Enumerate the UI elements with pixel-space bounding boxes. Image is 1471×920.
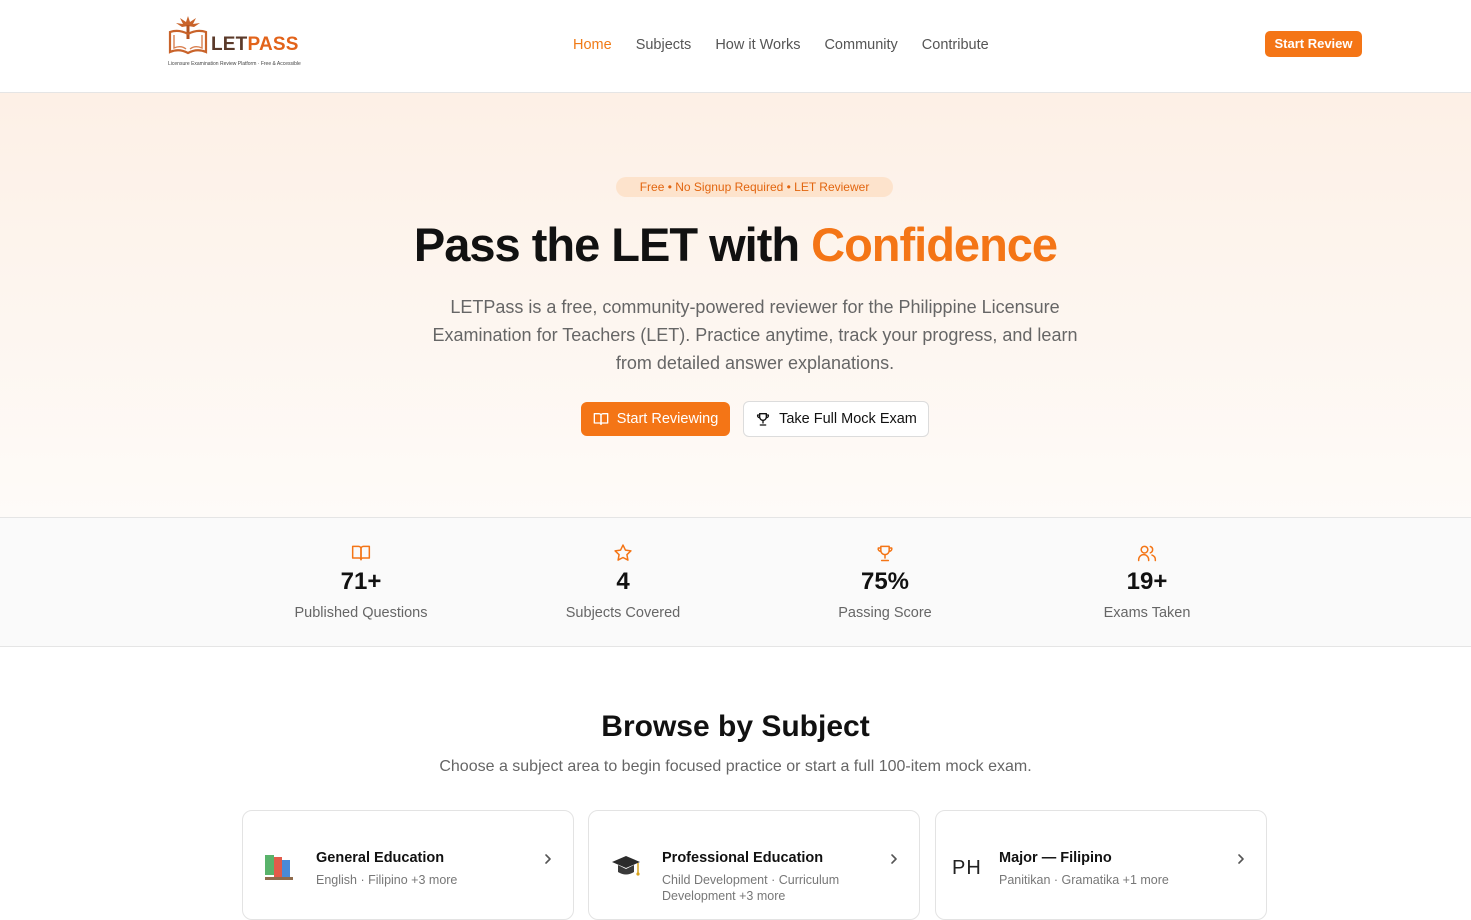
logo-wordmark: LETPASS	[211, 34, 299, 56]
book-open-icon	[593, 413, 609, 425]
stat-label: Passing Score	[838, 605, 932, 621]
book-open-icon	[351, 545, 371, 561]
subject-card-subtitle: English · Filipino +3 more	[316, 873, 458, 887]
take-mock-exam-label: Take Full Mock Exam	[779, 411, 917, 427]
trophy-icon	[757, 413, 770, 426]
hero-pill-badge: Free • No Signup Required • LET Reviewer	[616, 177, 893, 197]
nav-community[interactable]: Community	[824, 35, 897, 55]
chevron-right-icon	[545, 854, 551, 864]
start-reviewing-label: Start Reviewing	[616, 411, 719, 427]
ph-flag-icon: PH	[952, 857, 982, 879]
browse-section-title: Browse by Subject	[601, 710, 870, 743]
graduation-cap-icon	[612, 856, 640, 876]
nav-home[interactable]: Home	[573, 35, 612, 55]
chevron-right-icon	[1238, 854, 1244, 864]
subject-card-subtitle: Panitikan · Gramatika +1 more	[999, 873, 1169, 887]
stat-value: 19+	[1126, 568, 1168, 595]
browse-section-subtitle: Choose a subject area to begin focused p…	[439, 758, 1032, 775]
hero-description: LETPass is a free, community-powered rev…	[432, 297, 1078, 373]
hero-title: Pass the LET with Confidence	[0, 217, 1471, 273]
subject-card-title: General Education	[316, 850, 445, 866]
star-icon	[614, 544, 632, 561]
logo-tagline: Licensure Examination Review Platform · …	[168, 61, 301, 67]
logo[interactable]: LETPASS Licensure Examination Review Pla…	[166, 12, 306, 70]
site-header: LETPASS Licensure Examination Review Pla…	[0, 0, 1471, 93]
stat-label: Subjects Covered	[565, 605, 681, 621]
hero-title-accent: Confidence	[811, 218, 1058, 271]
chevron-right-icon	[891, 854, 897, 864]
stat-label: Exams Taken	[1103, 605, 1191, 621]
logo-wordmark-pass: PASS	[247, 34, 299, 55]
stats-bar: 71+ Published Questions 4 Subjects Cover…	[0, 517, 1471, 647]
trophy-icon	[877, 545, 893, 562]
nav-how-it-works[interactable]: How it Works	[715, 35, 800, 55]
hero-title-plain: Pass the LET with	[413, 218, 812, 271]
main-nav: Home Subjects How it Works Community Con…	[573, 35, 1013, 55]
nav-subjects[interactable]: Subjects	[636, 35, 692, 55]
subject-card-subtitle: Child Development · Curriculum Developme…	[662, 873, 840, 903]
books-icon	[265, 855, 293, 880]
take-mock-exam-button[interactable]: Take Full Mock Exam	[743, 401, 929, 437]
stat-label: Published Questions	[294, 605, 428, 621]
users-icon	[1137, 545, 1157, 562]
hero-section: Free • No Signup Required • LET Reviewer…	[0, 93, 1471, 518]
start-reviewing-button[interactable]: Start Reviewing	[581, 402, 730, 436]
logo-wordmark-let: LET	[211, 34, 248, 55]
subject-card-title: Professional Education	[662, 850, 824, 866]
subject-card-title: Major — Filipino	[999, 850, 1112, 866]
stat-value: 4	[616, 568, 630, 595]
start-review-button[interactable]: Start Review	[1265, 31, 1362, 57]
logo-book-tree-icon	[168, 16, 208, 55]
stat-value: 71+	[340, 568, 382, 595]
nav-contribute[interactable]: Contribute	[922, 35, 989, 55]
stat-value: 75%	[860, 568, 910, 595]
